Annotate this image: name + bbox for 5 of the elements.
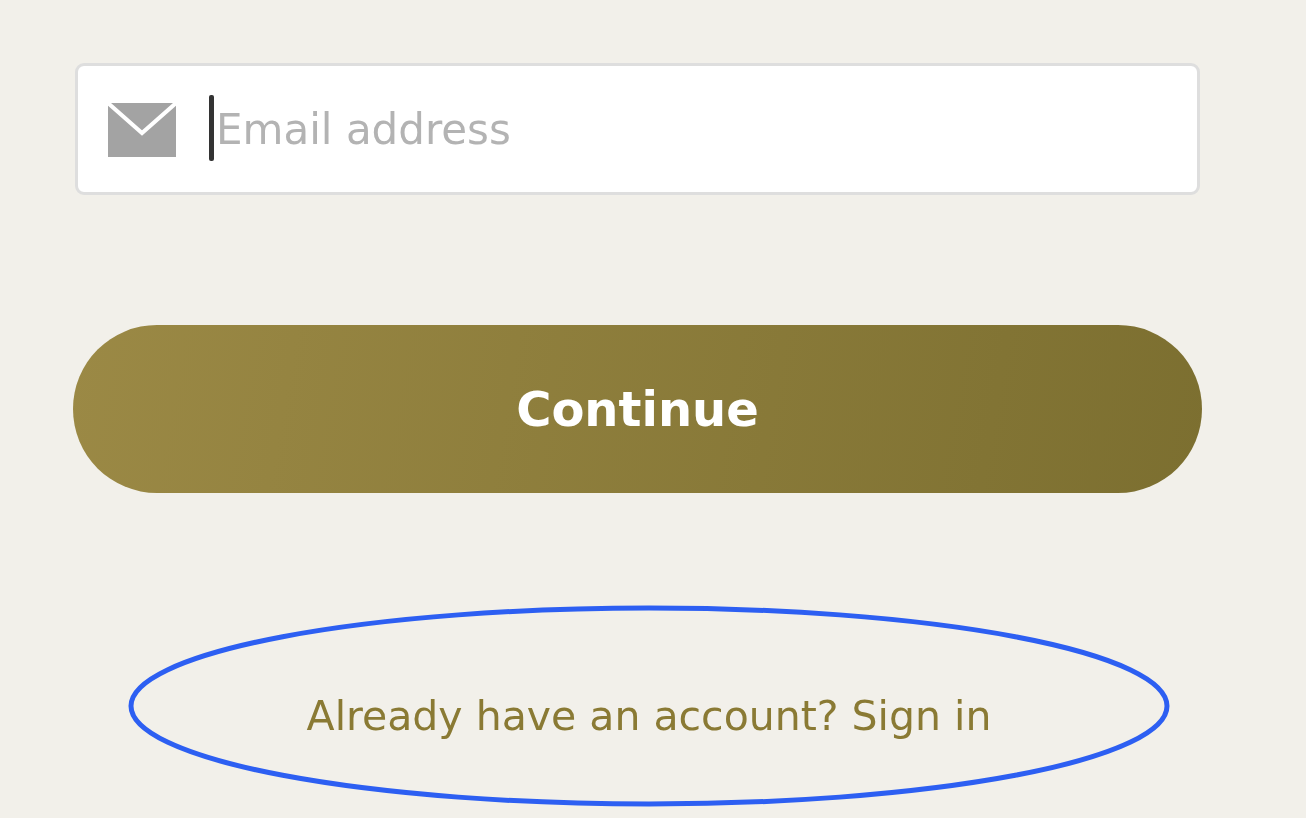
continue-button[interactable]: Continue [73,325,1202,493]
email-field[interactable]: Email address [75,63,1200,195]
sign-in-prompt: Already have an account? Sign in [306,691,992,740]
envelope-icon [108,103,176,157]
sign-in-link[interactable]: Sign in [851,691,992,740]
